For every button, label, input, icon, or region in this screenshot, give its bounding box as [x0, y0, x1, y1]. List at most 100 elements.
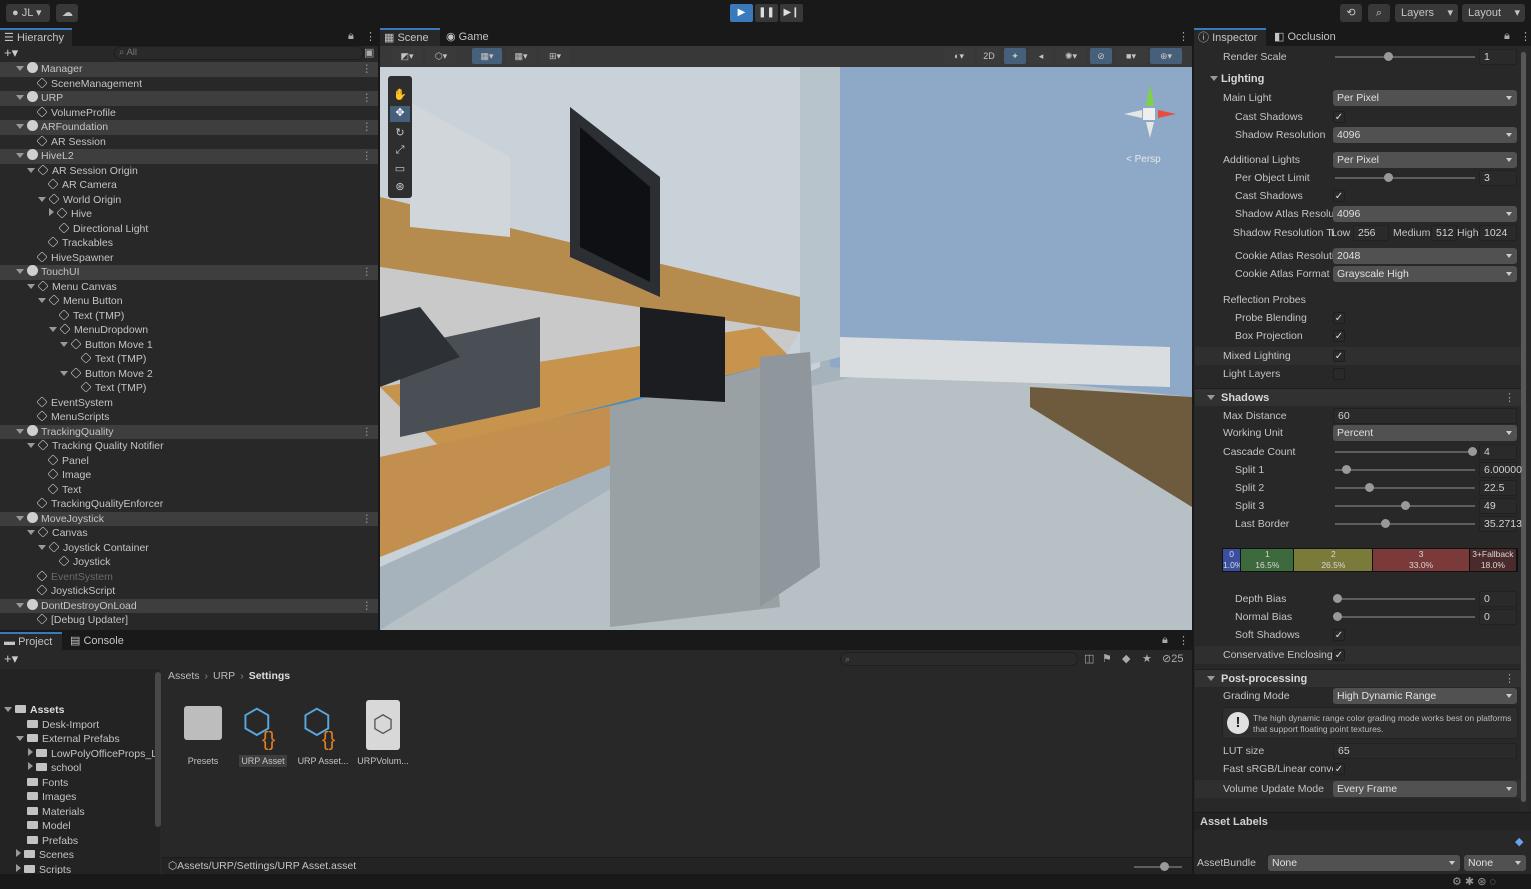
fold-arrow-icon[interactable] — [28, 762, 33, 770]
hierarchy-row[interactable]: World Origin — [0, 192, 378, 208]
hierarchy-row[interactable]: Image — [0, 468, 378, 483]
tab-console[interactable]: ▤ Console — [66, 632, 132, 650]
scrollbar-thumb[interactable] — [1521, 52, 1526, 802]
snap-increment-dropdown[interactable]: ▦▾ — [506, 48, 536, 64]
more-icon[interactable]: ⋮ — [362, 149, 373, 164]
slider-track[interactable] — [1335, 447, 1478, 456]
hierarchy-row[interactable]: AR Camera — [0, 178, 378, 193]
dropdown-field[interactable]: Per Pixel — [1333, 90, 1517, 106]
hierarchy-row[interactable]: MoveJoystick ⋮ — [0, 511, 378, 527]
dropdown-field[interactable]: None — [1268, 855, 1460, 871]
hierarchy-row[interactable]: TouchUI ⋮ — [0, 265, 378, 280]
value-field[interactable]: 4 — [1479, 444, 1517, 460]
rotate-tool-icon[interactable]: ↻ — [390, 126, 410, 142]
scene-viewport[interactable] — [380, 67, 1192, 630]
fold-arrow-icon[interactable] — [49, 208, 54, 216]
more-icon[interactable]: ⋮ — [362, 599, 373, 614]
hierarchy-row[interactable]: URP ⋮ — [0, 91, 378, 106]
hierarchy-row[interactable]: HiveL2 ⋮ — [0, 149, 378, 164]
favorite-icon[interactable]: ★ — [1142, 652, 1152, 665]
more-icon[interactable]: ⋮ — [362, 425, 373, 440]
value-field[interactable]: 0 — [1479, 609, 1517, 625]
layout-dropdown[interactable]: Layout ▾ — [1462, 4, 1525, 22]
value-field[interactable]: 3 — [1479, 170, 1517, 186]
hierarchy-row[interactable]: Hive — [0, 207, 378, 222]
hierarchy-row[interactable]: Button Move 1 — [0, 337, 378, 353]
cascade-segment[interactable]: 3 33.0% — [1373, 549, 1470, 571]
tag-icon[interactable]: ◆ — [1515, 835, 1523, 848]
shadows-header[interactable]: Shadows ⋮ — [1195, 388, 1521, 406]
cascade-segment[interactable]: 3+Fallback 18.0% — [1469, 549, 1517, 571]
fold-arrow-icon[interactable] — [1207, 676, 1215, 681]
search-by-type-icon[interactable]: ◫ — [1084, 652, 1094, 665]
checkbox[interactable] — [1333, 368, 1345, 380]
fold-arrow-icon[interactable] — [49, 327, 57, 332]
hierarchy-row[interactable]: ARFoundation ⋮ — [0, 120, 378, 135]
folder-tree-item[interactable]: Fonts — [16, 776, 68, 791]
hierarchy-row[interactable]: Joystick — [0, 555, 378, 570]
audio-toggle-icon[interactable]: ◂ — [1030, 48, 1052, 64]
hidden-packages-icon[interactable]: ⊘25 — [1162, 652, 1183, 665]
hierarchy-row[interactable]: Manager ⋮ — [0, 62, 378, 77]
more-icon[interactable]: ⋮ — [365, 30, 376, 43]
fold-arrow-icon[interactable] — [16, 95, 24, 100]
slider-knob[interactable] — [1468, 447, 1478, 456]
hierarchy-row[interactable]: EventSystem — [0, 569, 378, 585]
folder-tree-item[interactable]: LowPolyOfficeProps_LI — [28, 747, 160, 762]
more-icon[interactable]: ⋮ — [1504, 389, 1515, 407]
tree-scrollbar[interactable] — [155, 672, 161, 827]
grid-snap-dropdown[interactable]: ▦▾ — [472, 48, 502, 64]
slider-knob[interactable] — [1342, 465, 1352, 474]
hierarchy-row[interactable]: Trackables — [0, 236, 378, 251]
fold-arrow-icon[interactable] — [1207, 395, 1215, 400]
value-field[interactable]: 65 — [1333, 743, 1517, 759]
fold-arrow-icon[interactable] — [38, 544, 46, 550]
dropdown-field[interactable]: Grayscale High — [1333, 266, 1517, 282]
hierarchy-row[interactable]: Canvas — [0, 526, 378, 541]
fold-arrow-icon[interactable] — [60, 341, 68, 347]
fold-arrow-icon[interactable] — [27, 443, 35, 448]
hierarchy-row[interactable]: DontDestroyOnLoad ⋮ — [0, 598, 378, 614]
projection-label[interactable]: < Persp — [1126, 154, 1161, 165]
hierarchy-search-input[interactable]: ⌕ All — [114, 46, 364, 60]
visibility-toggle-icon[interactable]: ⊘ — [1090, 48, 1112, 64]
folder-tree-item[interactable]: Images — [16, 790, 76, 805]
fold-arrow-icon[interactable] — [16, 736, 24, 741]
fold-arrow-icon[interactable] — [1210, 76, 1218, 81]
tab-occlusion[interactable]: ◧ Occlusion — [1270, 28, 1350, 46]
fold-arrow-icon[interactable] — [16, 124, 24, 129]
fold-arrow-icon[interactable] — [16, 66, 24, 71]
folder-tree-item[interactable]: school — [28, 761, 81, 776]
folder-tree-item[interactable]: Desk-Import — [16, 718, 99, 733]
asset-item[interactable]: ⬡{} URP Asset — [238, 700, 288, 770]
more-icon[interactable]: ⋮ — [362, 512, 373, 527]
fold-arrow-icon[interactable] — [60, 370, 68, 376]
value-field[interactable]: 0 — [1479, 591, 1517, 607]
slider-knob[interactable] — [1401, 501, 1410, 510]
lock-icon[interactable]: 🔒︎ — [1504, 30, 1510, 43]
value-field[interactable]: 49 — [1479, 498, 1517, 514]
slider-knob[interactable] — [1384, 173, 1394, 182]
hierarchy-row[interactable]: EventSystem — [0, 395, 378, 411]
hierarchy-row[interactable]: HiveSpawner — [0, 250, 378, 266]
dropdown-field[interactable]: 4096 — [1333, 206, 1517, 222]
hierarchy-row[interactable]: Tracking Quality Notifier — [0, 439, 378, 454]
hierarchy-row[interactable]: MenuDropdown — [0, 323, 378, 338]
fold-arrow-icon[interactable] — [16, 515, 24, 521]
more-icon[interactable]: ⋮ — [1178, 30, 1189, 43]
account-dropdown[interactable]: ● JL ▾ — [6, 4, 50, 22]
folder-tree-item[interactable]: External Prefabs — [16, 732, 120, 747]
scale-tool-icon[interactable]: ⤢ — [390, 144, 410, 160]
cascade-segment[interactable]: 2 26.5% — [1294, 549, 1374, 571]
2d-toggle[interactable]: 2D — [978, 48, 1000, 64]
fold-arrow-icon[interactable] — [16, 153, 24, 158]
rect-tool-icon[interactable]: ▭ — [390, 162, 410, 178]
dropdown-field[interactable]: 4096 — [1333, 127, 1517, 143]
dropdown-field[interactable]: None — [1464, 855, 1526, 871]
dropdown-field[interactable]: Every Frame — [1333, 781, 1517, 797]
tab-scene[interactable]: ▦ Scene — [380, 28, 440, 46]
filter-icon[interactable]: ⚑ — [1102, 652, 1112, 665]
hierarchy-row[interactable]: VolumeProfile — [0, 105, 378, 121]
more-icon[interactable]: ⋮ — [362, 91, 373, 106]
fold-arrow-icon[interactable] — [38, 298, 46, 303]
